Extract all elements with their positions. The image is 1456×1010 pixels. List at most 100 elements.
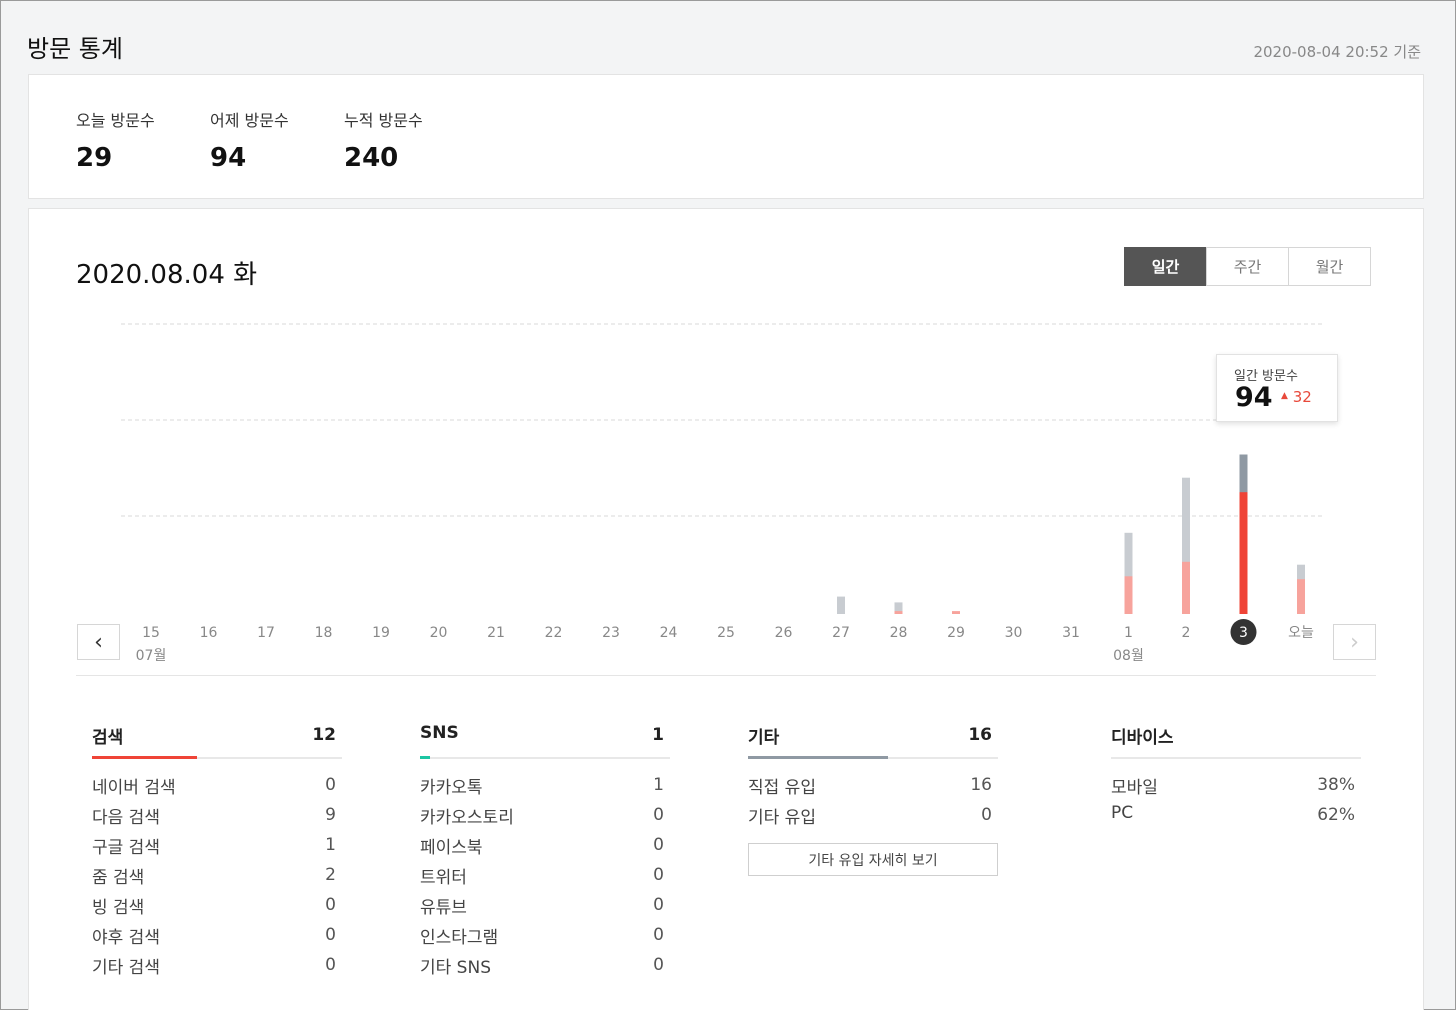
sns-share-bar <box>420 756 430 759</box>
x-tick-label: 15 <box>142 625 160 641</box>
sns-row-name: 유튜브 <box>420 898 467 918</box>
sns-row-name: 기타 SNS <box>420 958 491 978</box>
search-row-value: 2 <box>325 865 336 885</box>
tooltip-diff: ▲ 32 <box>1281 388 1312 406</box>
sns-row-name: 카카오스토리 <box>420 808 514 828</box>
x-tick-label: 28 <box>890 625 908 641</box>
search-row-name: 구글 검색 <box>92 838 160 858</box>
sns-row-name: 카카오톡 <box>420 778 483 798</box>
etc-stats-title: 기타 <box>748 728 780 748</box>
search-row-name: 빙 검색 <box>92 898 145 918</box>
search-share-bar <box>92 756 197 759</box>
sns-row: 카카오스토리 0 <box>420 803 670 833</box>
search-row: 구글 검색 1 <box>92 833 342 863</box>
summary-card: 오늘 방문수 29 어제 방문수 94 누적 방문수 240 <box>28 74 1424 199</box>
timestamp: 2020-08-04 20:52 기준 <box>1253 43 1421 61</box>
sns-row-value: 0 <box>653 955 664 975</box>
x-tick-label: 16 <box>200 625 218 641</box>
prev-period-button[interactable]: ‹ <box>77 624 120 660</box>
today-visits-label: 오늘 방문수 <box>76 111 155 130</box>
etc-row-name: 직접 유입 <box>748 778 816 798</box>
sns-stats: SNS 1 카카오톡 1 카카오스토리 0 페이스북 0 트위터 0 유튜브 0 인스타그램 0 기타 … <box>420 719 670 983</box>
x-tick-label: 31 <box>1062 625 1080 641</box>
bar-new <box>1124 576 1133 614</box>
etc-row: 기타 유입 0 <box>748 803 998 833</box>
etc-share-bar <box>748 756 888 759</box>
sns-row-value: 0 <box>653 925 664 945</box>
search-row-value: 0 <box>325 895 336 915</box>
etc-row-value: 0 <box>981 805 992 825</box>
bar-new <box>894 611 903 614</box>
device-row: PC 62% <box>1111 803 1361 833</box>
x-tick-label: 24 <box>660 625 678 641</box>
search-row-name: 네이버 검색 <box>92 778 176 798</box>
search-row-name: 줌 검색 <box>92 868 145 888</box>
search-stats-total: 12 <box>312 725 336 745</box>
bar-new <box>1297 579 1305 614</box>
search-stats-title: 검색 <box>92 728 124 748</box>
divider <box>76 675 1376 676</box>
x-tick-label: 26 <box>775 625 793 641</box>
sns-row-value: 0 <box>653 865 664 885</box>
x-tick-label: 30 <box>1005 625 1023 641</box>
bar-new <box>952 611 960 614</box>
search-stats-header: 검색 12 <box>92 719 342 759</box>
bar-new <box>1182 561 1190 614</box>
month-label: 07월 <box>136 648 167 664</box>
etc-stats: 기타 16 직접 유입 16 기타 유입 0 기타 유입 자세히 보기 <box>748 719 998 876</box>
x-tick-label: 25 <box>717 625 735 641</box>
total-visits: 누적 방문수 240 <box>344 107 423 173</box>
etc-row-value: 16 <box>970 775 992 795</box>
sns-stats-total: 1 <box>652 725 664 745</box>
device-stats-header: 디바이스 <box>1111 719 1361 759</box>
visit-bar-chart: 15 16 17 18 19 20 21 22 23 24 25 26 27 28 29 30 31 1 2 3 오늘0… <box>121 323 1325 664</box>
chevron-right-icon: › <box>1350 629 1359 655</box>
search-row: 빙 검색 0 <box>92 893 342 923</box>
search-row-name: 기타 검색 <box>92 958 160 978</box>
tooltip-diff-value: 32 <box>1292 388 1312 406</box>
etc-row-name: 기타 유입 <box>748 808 816 828</box>
device-row-value: 38% <box>1317 775 1355 795</box>
etc-row: 직접 유입 16 <box>748 773 998 803</box>
today-visits: 오늘 방문수 29 <box>76 107 155 173</box>
tooltip-value: 94 <box>1235 382 1273 413</box>
yesterday-visits: 어제 방문수 94 <box>210 107 289 173</box>
chart-tooltip: 일간 방문수 94 ▲ 32 <box>1216 354 1338 422</box>
sns-row: 페이스북 0 <box>420 833 670 863</box>
sns-row-value: 0 <box>653 805 664 825</box>
search-row-value: 0 <box>325 925 336 945</box>
search-row-value: 1 <box>325 835 336 855</box>
page-title: 방문 통계 <box>27 35 123 63</box>
search-row-value: 0 <box>325 775 336 795</box>
sns-row-value: 0 <box>653 835 664 855</box>
x-tick-label: 20 <box>430 625 448 641</box>
sns-row: 기타 SNS 0 <box>420 953 670 983</box>
device-row-name: PC <box>1111 803 1134 823</box>
search-row: 네이버 검색 0 <box>92 773 342 803</box>
search-row-value: 0 <box>325 955 336 975</box>
etc-detail-button[interactable]: 기타 유입 자세히 보기 <box>748 843 998 876</box>
sns-row: 트위터 0 <box>420 863 670 893</box>
bar-total <box>837 596 845 614</box>
device-row-value: 62% <box>1317 805 1355 825</box>
x-tick-label: 27 <box>832 625 850 641</box>
search-row-name: 다음 검색 <box>92 808 160 828</box>
up-triangle-icon: ▲ <box>1281 391 1288 401</box>
device-row: 모바일 38% <box>1111 773 1361 803</box>
month-label: 08월 <box>1113 648 1144 664</box>
x-tick-label: 2 <box>1182 625 1191 641</box>
next-period-button[interactable]: › <box>1333 624 1376 660</box>
search-row: 다음 검색 9 <box>92 803 342 833</box>
sns-row-name: 트위터 <box>420 868 467 888</box>
sns-row-name: 페이스북 <box>420 838 483 858</box>
device-stats: 디바이스 모바일 38% PC 62% <box>1111 719 1361 833</box>
x-tick-label: 21 <box>487 625 505 641</box>
x-tick-label: 29 <box>947 625 965 641</box>
x-tick-label: 17 <box>257 625 275 641</box>
sns-row-value: 1 <box>653 775 664 795</box>
device-stats-title: 디바이스 <box>1111 728 1174 748</box>
chevron-left-icon: ‹ <box>94 629 103 655</box>
search-row: 줌 검색 2 <box>92 863 342 893</box>
bar-new <box>1239 492 1248 614</box>
x-tick-label: 23 <box>602 625 620 641</box>
